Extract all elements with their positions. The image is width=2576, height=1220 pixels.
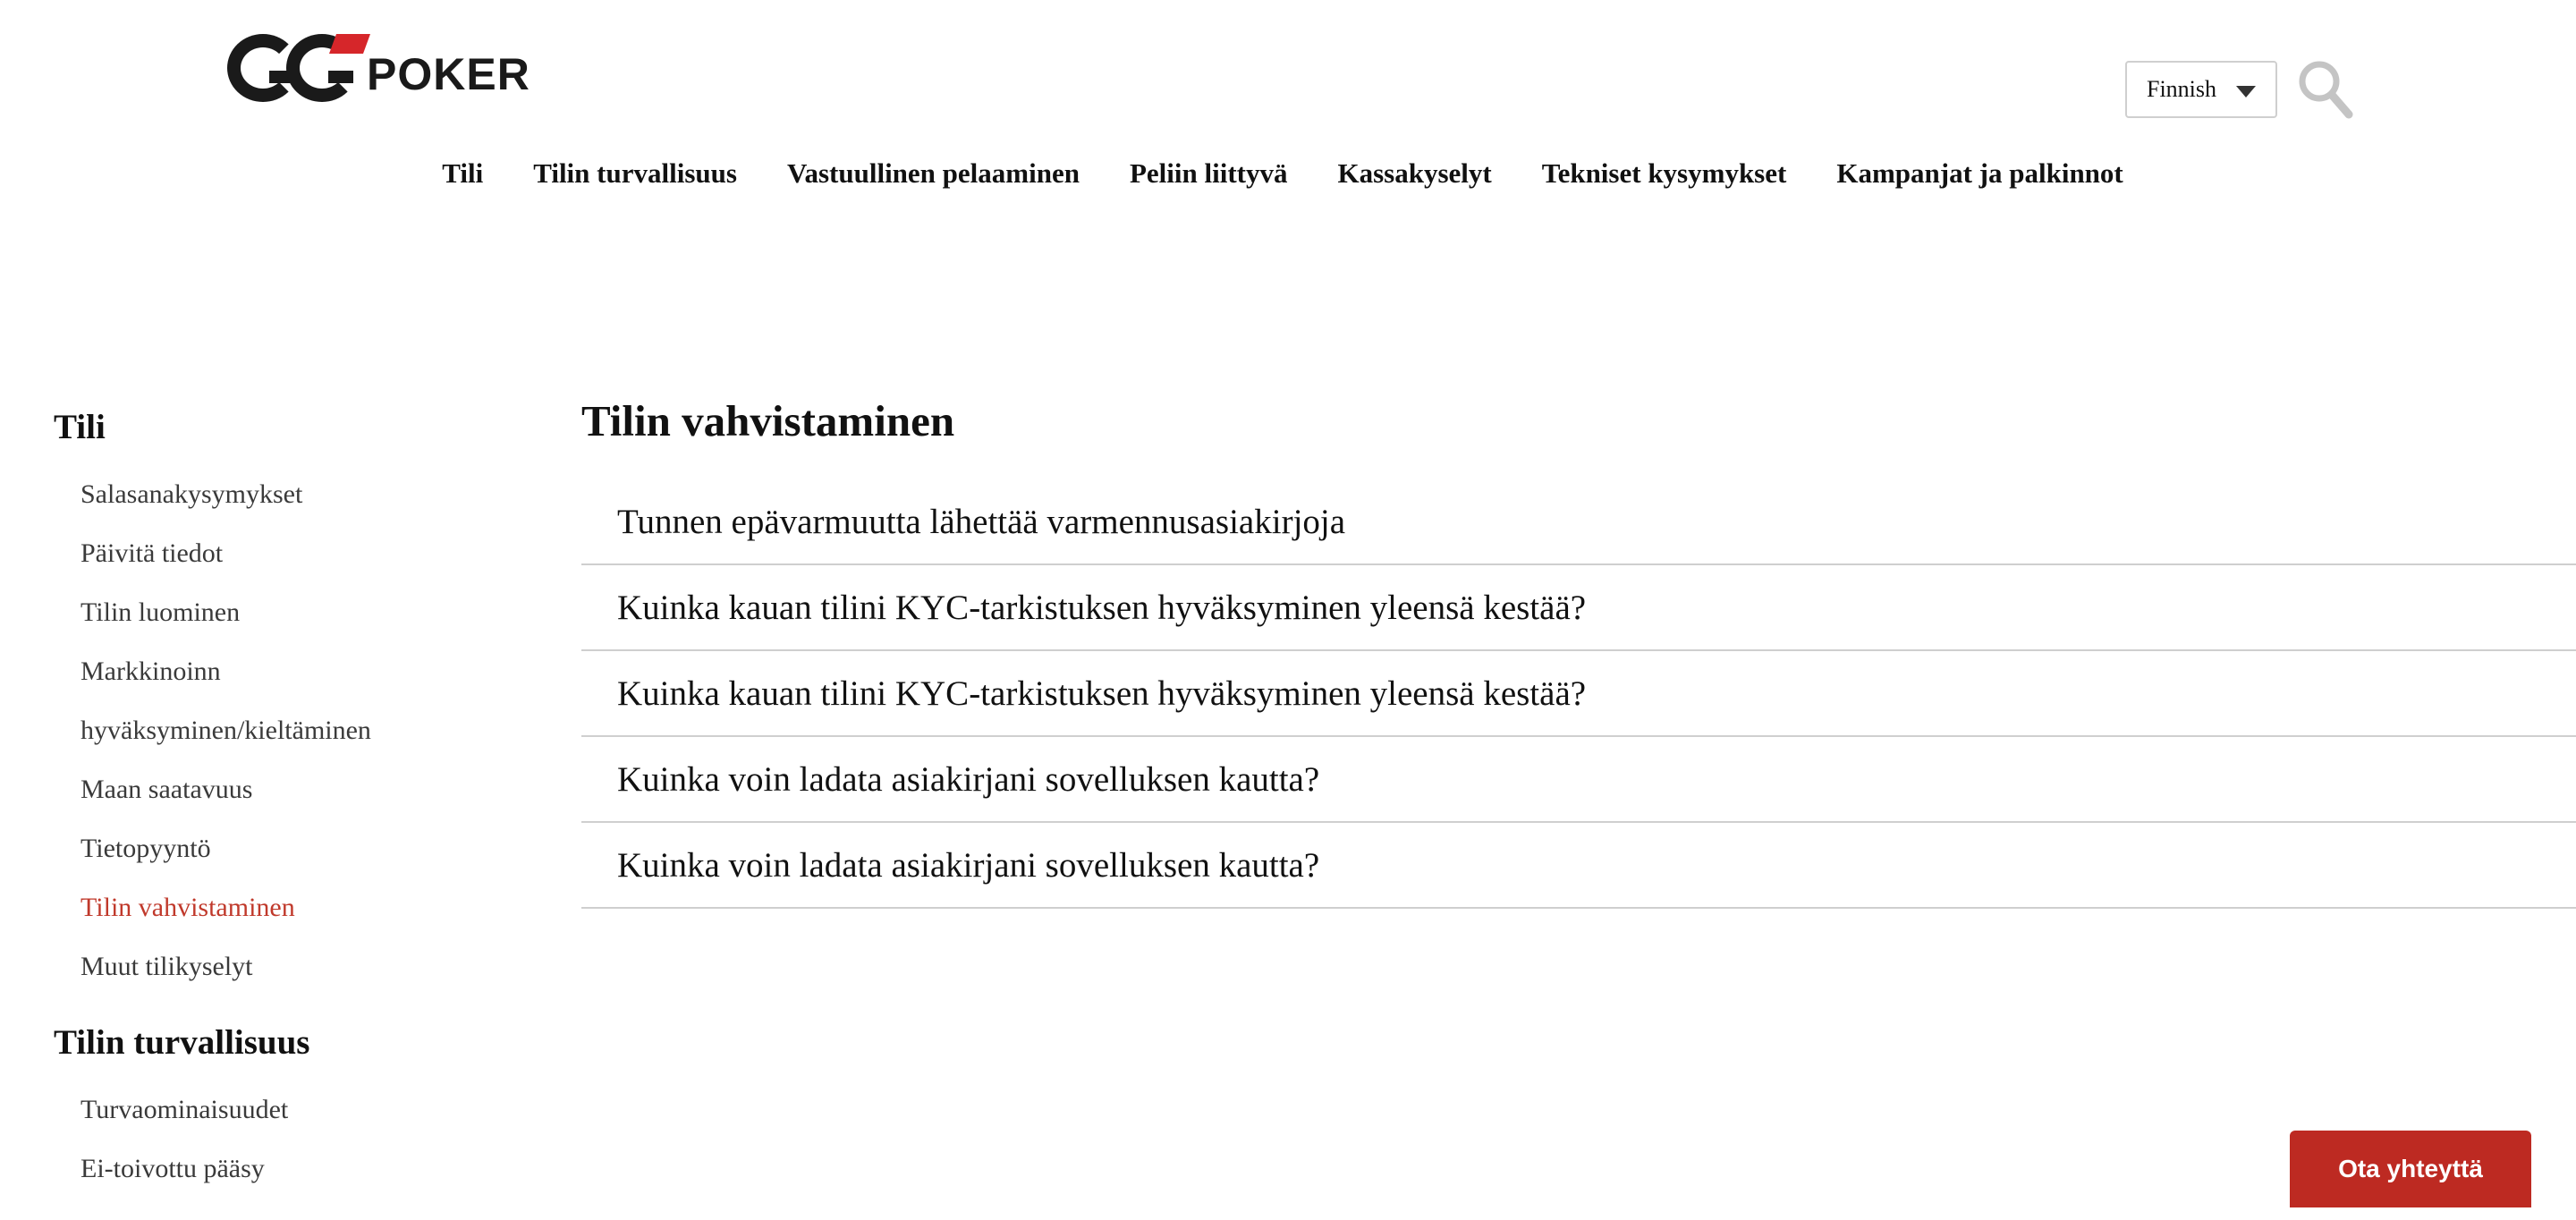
search-icon[interactable] [2297,59,2354,120]
nav-link-6[interactable]: Tekniset kysymykset [1542,157,1787,200]
main-content: Tilin vahvistaminen Tunnen epävarmuutta … [581,390,2576,909]
sidebar-item[interactable]: Tilin luominen [54,583,519,642]
faq-question[interactable]: Kuinka kauan tilini KYC-tarkistuksen hyv… [581,651,2576,737]
sidebar-list: Turvaominaisuudet Ei-toivottu pääsy [54,1080,519,1199]
sidebar-item[interactable]: Maan saatavuus [54,760,519,819]
nav-link-3[interactable]: Vastuullinen pelaaminen [787,157,1080,200]
language-select[interactable]: Finnish [2125,61,2277,118]
nav-link-5[interactable]: Kassakyselyt [1337,157,1491,200]
sidebar-group-title[interactable]: Tilin turvallisuus [54,1018,519,1068]
nav-link-4[interactable]: Peliin liittyvä [1130,157,1288,200]
sidebar-item[interactable]: Tilin vahvistaminen [54,878,519,937]
faq-question[interactable]: Kuinka voin ladata asiakirjani sovelluks… [581,823,2576,909]
nav-link-7[interactable]: Kampanjat ja palkinnot [1836,157,2123,200]
main-navigation: Tili Tilin turvallisuus Vastuullinen pelaa… [0,157,2576,200]
sidebar-group-title[interactable]: Tili [54,402,519,453]
faq-question[interactable]: Kuinka kauan tilini KYC-tarkistuksen hyv… [581,565,2576,651]
site-header: POKER Finnish Tili Tilin turvallisuus Vast… [0,0,2576,206]
faq-list: Tunnen epävarmuutta lähettää varmennusas… [581,479,2576,909]
sidebar-item[interactable]: Salasanakysymykset [54,465,519,524]
sidebar-item[interactable]: Turvaominaisuudet [54,1080,519,1140]
language-select-value: Finnish [2147,76,2217,102]
chevron-down-icon [2236,86,2256,97]
sidebar-item[interactable]: Markkinoinn [54,642,519,701]
sidebar-item[interactable]: Muut tilikyselyt [54,937,519,996]
contact-us-button[interactable]: Ota yhteyttä [2290,1131,2531,1207]
gg-logo-mark [227,34,371,102]
sidebar: Tili Salasanakysymykset Päivitä tiedot Tili… [54,402,519,1220]
page-title: Tilin vahvistaminen [581,396,955,445]
sidebar-list: Salasanakysymykset Päivitä tiedot Tilin lu… [54,465,519,996]
contact-us-label: Ota yhteyttä [2338,1155,2483,1182]
faq-question[interactable]: Tunnen epävarmuutta lähettää varmennusas… [581,479,2576,565]
sidebar-item[interactable]: Päivitä tiedot [54,524,519,583]
nav-link-1[interactable]: Tili [442,157,483,200]
sidebar-item[interactable]: hyväksyminen/kieltäminen [54,701,519,760]
faq-question[interactable]: Kuinka voin ladata asiakirjani sovelluks… [581,737,2576,823]
nav-link-2[interactable]: Tilin turvallisuus [533,157,737,200]
sidebar-item[interactable]: Ei-toivottu pääsy [54,1140,519,1199]
sidebar-item[interactable]: Tietopyyntö [54,819,519,878]
logo-wordmark: POKER [367,49,530,99]
ggpoker-logo[interactable]: POKER [227,34,530,102]
